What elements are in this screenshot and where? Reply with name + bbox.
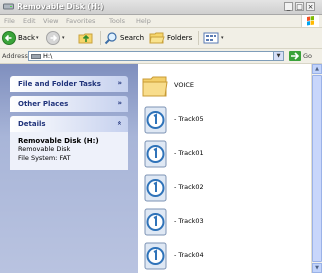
file-name: VOICE — [174, 81, 195, 89]
folders-icon — [149, 32, 165, 44]
details-header[interactable]: Details » — [10, 116, 128, 132]
file-name: - Track04 — [174, 251, 204, 259]
audio-file-icon — [144, 242, 167, 270]
list-item[interactable]: VOICE — [138, 68, 308, 102]
removable-drive-icon — [31, 54, 41, 59]
views-dropdown-icon[interactable]: ▾ — [221, 35, 224, 41]
windows-logo-icon — [301, 15, 319, 27]
title-bar[interactable]: Removable Disk (H:) _ □ × — [0, 0, 322, 15]
details-title: Details — [18, 120, 46, 128]
file-folder-tasks-title: File and Folder Tasks — [18, 80, 101, 88]
up-folder-button[interactable] — [78, 30, 94, 46]
forward-dropdown-icon[interactable]: ▾ — [62, 35, 65, 41]
details-file-system: File System: FAT — [18, 154, 71, 162]
up-folder-icon — [78, 33, 93, 44]
menu-help[interactable]: Help — [136, 17, 151, 25]
audio-file-icon — [144, 106, 167, 134]
folder-icon — [142, 76, 168, 97]
scroll-up-arrow-icon[interactable]: ▲ — [312, 64, 322, 74]
chevron-up-icon[interactable]: » — [116, 121, 124, 126]
forward-button[interactable]: ▾ — [46, 30, 70, 46]
content-area: File and Folder Tasks » Other Places » D… — [0, 64, 322, 273]
back-dropdown-icon[interactable]: ▾ — [36, 35, 39, 41]
file-list: VOICE - Track05 - Track01 - Track02 - Tr… — [138, 64, 311, 273]
explorer-window: Removable Disk (H:) _ □ × File Edit View… — [0, 0, 322, 273]
go-arrow-icon — [291, 52, 300, 60]
scrollbar-thumb[interactable] — [312, 75, 322, 262]
file-name: - Track03 — [174, 217, 204, 225]
address-value[interactable]: H:\ — [43, 52, 52, 60]
details-panel: Removable Disk (H:) Removable Disk File … — [10, 132, 128, 170]
list-item[interactable]: - Track01 — [138, 136, 308, 170]
file-name: - Track05 — [174, 115, 204, 123]
other-places-header[interactable]: Other Places » — [10, 96, 128, 112]
address-label: Address — [2, 52, 28, 60]
search-button[interactable]: Search — [104, 30, 148, 46]
list-item[interactable]: - Track02 — [138, 170, 308, 204]
audio-file-icon — [144, 208, 167, 236]
list-item[interactable]: - Track03 — [138, 204, 308, 238]
search-label: Search — [120, 34, 145, 42]
close-button[interactable]: × — [306, 2, 315, 11]
address-bar: Address H:\ ▼ Go — [0, 49, 322, 64]
address-dropdown-icon[interactable]: ▼ — [273, 52, 283, 60]
chevron-down-icon[interactable]: » — [117, 99, 122, 107]
vertical-scrollbar[interactable]: ▲ ▼ — [311, 64, 322, 273]
details-drive-type: Removable Disk — [18, 145, 71, 153]
window-title: Removable Disk (H:) — [17, 2, 104, 11]
list-item[interactable]: - Track05 — [138, 102, 308, 136]
folders-button[interactable]: Folders — [149, 30, 195, 46]
menu-bar: File Edit View Favorites Tools Help — [0, 15, 322, 28]
toolbar: Back ▾ ▾ Search Folders ▾ — [0, 28, 322, 49]
other-places-title: Other Places — [18, 100, 69, 108]
details-drive-name: Removable Disk (H:) — [18, 137, 99, 145]
menu-edit[interactable]: Edit — [23, 17, 36, 25]
file-name: - Track01 — [174, 149, 204, 157]
file-name: - Track02 — [174, 183, 204, 191]
back-button[interactable]: Back ▾ — [2, 30, 42, 46]
go-button[interactable] — [289, 51, 301, 61]
task-pane: File and Folder Tasks » Other Places » D… — [0, 64, 138, 273]
audio-file-icon — [144, 174, 167, 202]
toolbar-separator — [100, 31, 101, 45]
menu-view[interactable]: View — [43, 17, 58, 25]
maximize-button[interactable]: □ — [295, 2, 304, 11]
back-label: Back — [18, 34, 35, 42]
views-button[interactable]: ▾ — [203, 30, 229, 46]
toolbar-separator — [198, 31, 199, 45]
go-label[interactable]: Go — [303, 52, 312, 60]
forward-arrow-icon — [46, 31, 60, 45]
menu-favorites[interactable]: Favorites — [66, 17, 95, 25]
address-input[interactable]: H:\ ▼ — [28, 51, 284, 61]
list-item[interactable]: - Track04 — [138, 238, 308, 272]
folders-label: Folders — [167, 34, 193, 42]
chevron-down-icon[interactable]: » — [117, 79, 122, 87]
audio-file-icon — [144, 140, 167, 168]
menu-tools[interactable]: Tools — [109, 17, 125, 25]
minimize-button[interactable]: _ — [284, 2, 293, 11]
views-icon — [203, 32, 219, 44]
back-arrow-icon — [2, 31, 16, 45]
search-icon — [104, 32, 117, 45]
menu-file[interactable]: File — [4, 17, 15, 25]
scroll-down-arrow-icon[interactable]: ▼ — [312, 263, 322, 273]
file-folder-tasks-header[interactable]: File and Folder Tasks » — [10, 76, 128, 92]
removable-drive-icon — [3, 3, 14, 10]
